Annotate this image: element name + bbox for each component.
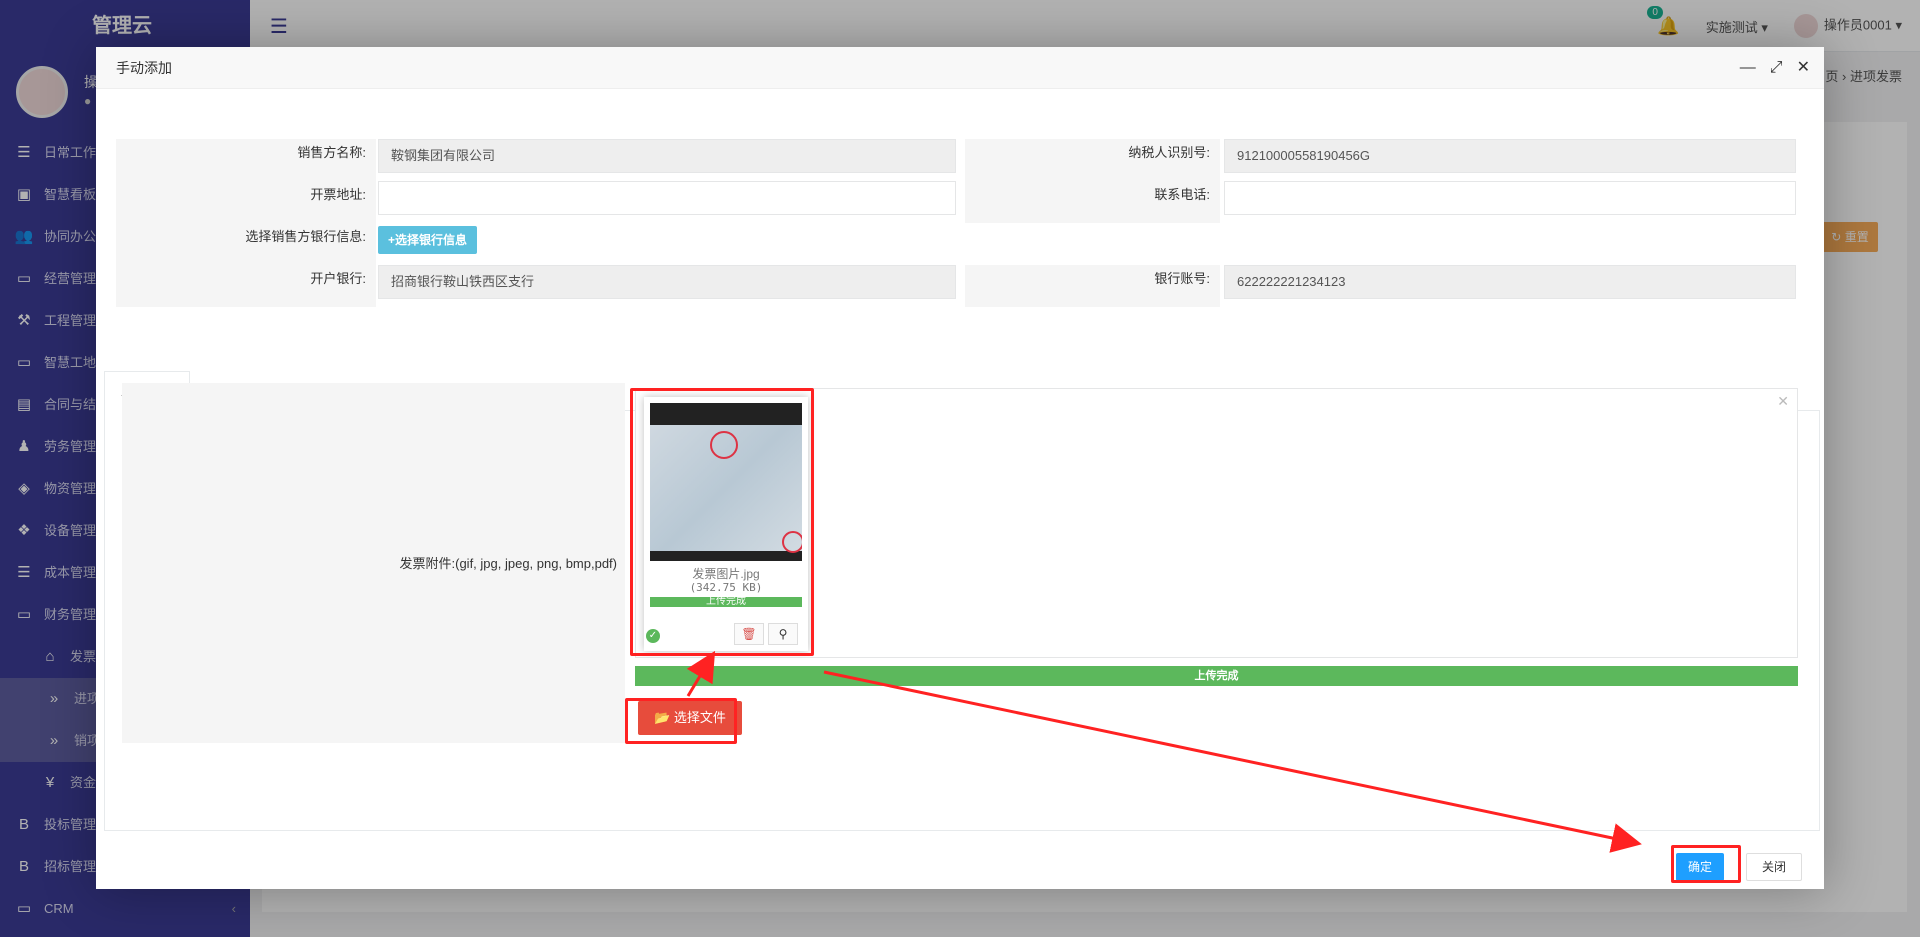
choose-file-button[interactable]: 📂 选择文件	[638, 701, 742, 735]
seller-form: 销售方名称: 鞍钢集团有限公司 纳税人识别号: 9121000055819045…	[116, 139, 1798, 307]
invoice-address-field[interactable]	[378, 181, 956, 215]
attachment-row: 发票附件:(gif, jpg, jpeg, png, bmp,pdf) ✕ 发票…	[122, 383, 1808, 743]
maximize-icon[interactable]: ⤢	[1770, 47, 1783, 89]
clear-files-icon[interactable]: ✕	[1777, 393, 1789, 410]
select-bank-button[interactable]: +选择银行信息	[378, 226, 478, 254]
bank-field[interactable]: 招商银行鞍山铁西区支行	[378, 265, 956, 299]
upload-progress-bar: 上传完成	[635, 666, 1798, 686]
bank-select-label: 选择销售方银行信息:	[116, 223, 376, 265]
invoice-address-label: 开票地址:	[116, 181, 376, 223]
attachment-label-cell: 发票附件:(gif, jpg, jpeg, png, bmp,pdf)	[122, 383, 625, 743]
invoice-image	[650, 403, 802, 561]
seller-name-field[interactable]: 鞍钢集团有限公司	[378, 139, 956, 173]
close-button[interactable]: 关闭	[1746, 853, 1802, 881]
taxpayer-id-field[interactable]: 91210000558190456G	[1224, 139, 1796, 173]
close-icon[interactable]: ✕	[1797, 47, 1810, 89]
phone-label: 联系电话:	[965, 181, 1220, 223]
folder-icon: 📂	[654, 710, 671, 725]
zoom-file-button[interactable]: ⚲	[768, 623, 798, 645]
phone-field[interactable]	[1224, 181, 1796, 215]
account-label: 银行账号:	[965, 265, 1220, 307]
modal-header: 手动添加 — ⤢ ✕	[96, 47, 1824, 89]
file-thumbnail[interactable]: 发票图片.jpg (342.75 KB) 上传完成 ✓ 🗑 ⚲	[644, 397, 808, 651]
confirm-button[interactable]: 确定	[1676, 853, 1724, 881]
modal-title: 手动添加	[116, 60, 172, 76]
taxpayer-id-label: 纳税人识别号:	[965, 139, 1220, 181]
choose-file-label: 选择文件	[673, 710, 726, 725]
thumb-progress: 上传完成	[650, 597, 802, 607]
file-name: 发票图片.jpg	[692, 567, 760, 581]
file-preview-area[interactable]: ✕ 发票图片.jpg (342.75 KB) 上传完成 ✓ 🗑 ⚲	[635, 388, 1798, 658]
bank-label: 开户银行:	[116, 265, 376, 307]
add-invoice-modal: 手动添加 — ⤢ ✕ 销售方名称: 鞍钢集团有限公司 纳税人识别号: 91210…	[96, 47, 1824, 889]
attachment-label: 发票附件:(gif, jpg, jpeg, png, bmp,pdf)	[399, 556, 617, 571]
check-icon: ✓	[646, 629, 660, 643]
minimize-icon[interactable]: —	[1740, 47, 1756, 89]
delete-file-button[interactable]: 🗑	[734, 623, 764, 645]
seller-name-label: 销售方名称:	[116, 139, 376, 181]
account-field[interactable]: 622222221234123	[1224, 265, 1796, 299]
file-size: (342.75 KB)	[689, 581, 763, 594]
